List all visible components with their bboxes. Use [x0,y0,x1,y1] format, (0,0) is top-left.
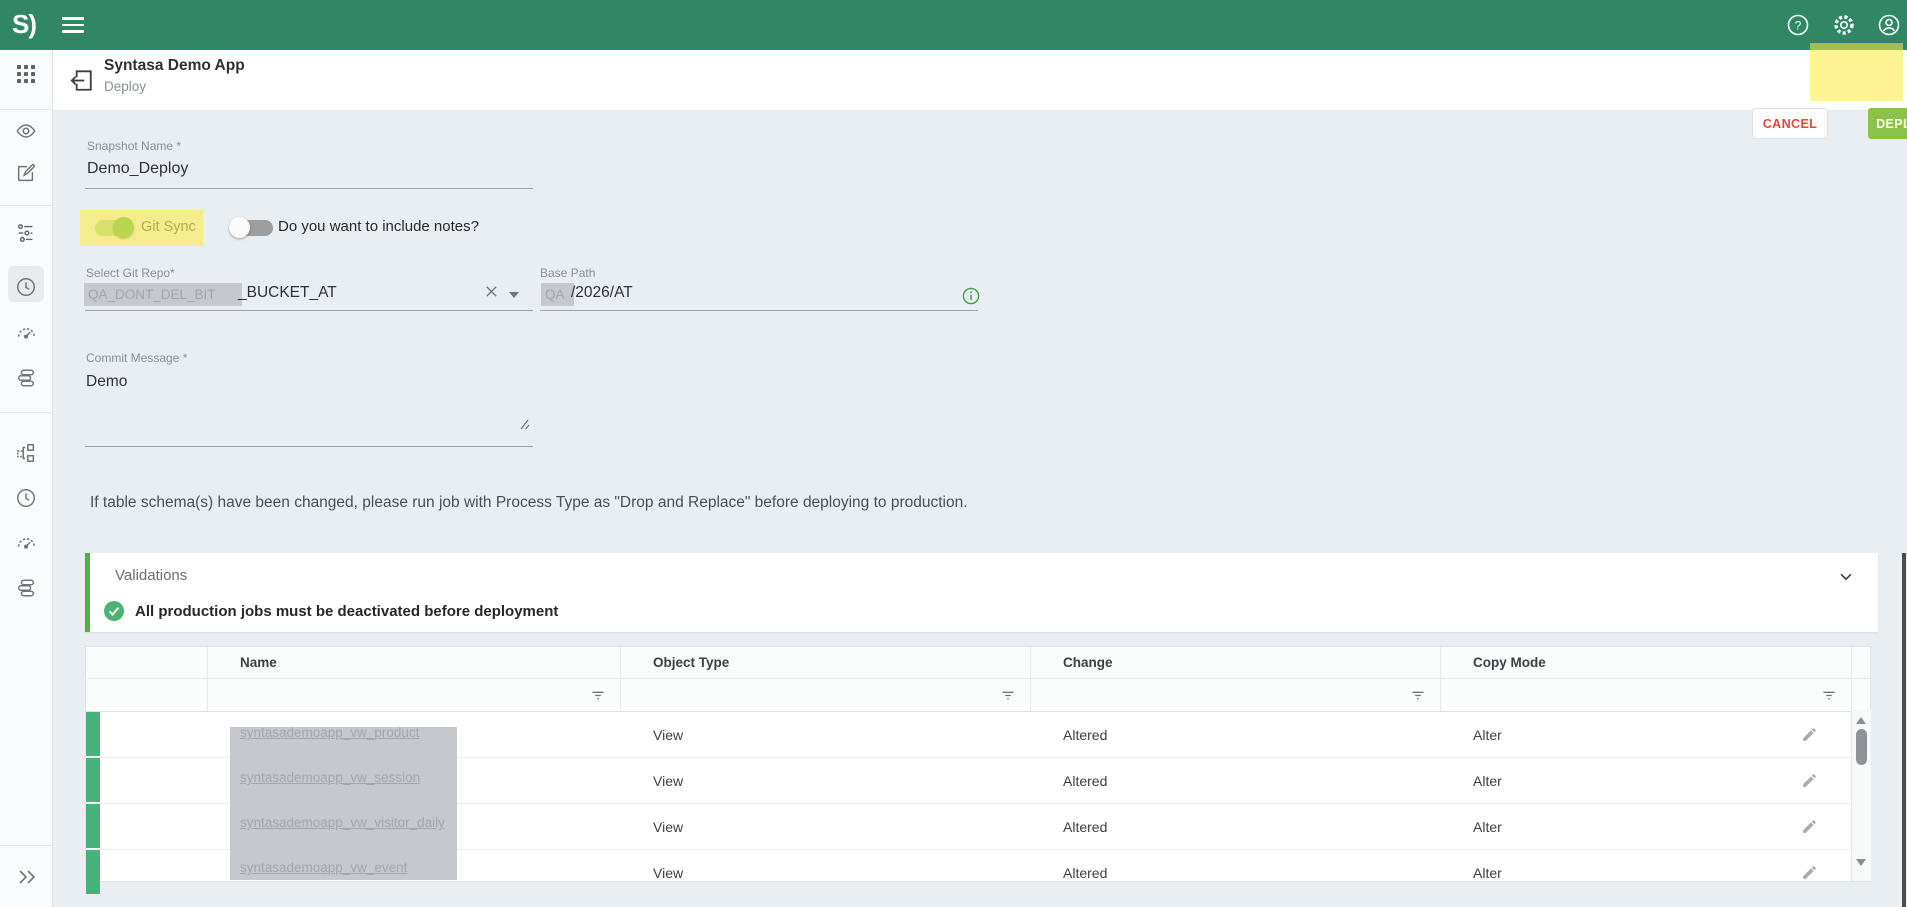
redacted-name-text: syntasademoapp_vw_visitor_daily [240,815,445,830]
info-icon[interactable] [962,287,980,305]
page-subtitle: Deploy [104,79,146,94]
filter-icon[interactable] [621,679,1031,711]
cell-copy-mode: Alter [1441,804,1852,849]
resize-handle-icon[interactable] [518,418,530,430]
git-sync-toggle-knob[interactable] [113,217,134,238]
edit-pencil-icon[interactable] [1801,818,1818,835]
account-icon[interactable] [1877,13,1901,37]
settings-icon[interactable] [1832,13,1856,37]
git-repo-redacted: QA_DONT_DEL_BIT [84,283,242,306]
col-object-type: Object Type [621,647,1031,678]
edit-icon[interactable] [15,162,37,184]
svg-text:?: ? [1795,19,1802,33]
cell-object-type: View [621,850,1031,895]
cell-object-type: View [621,758,1031,803]
cell-copy-mode: Alter [1441,850,1852,895]
back-icon[interactable] [68,67,94,93]
eye-icon[interactable] [15,120,37,142]
check-circle-icon [104,601,124,621]
row-status-indicator [86,758,100,802]
base-path-redacted: QA [541,283,574,306]
commit-message-label: Commit Message * [86,351,187,365]
name-column-redaction: syntasademoapp_vw_product syntasademoapp_… [230,727,457,880]
scroll-up-icon[interactable] [1856,717,1866,724]
cell-copy-mode: Alter [1441,712,1852,757]
schema-note: If table schema(s) have been changed, pl… [90,494,968,512]
clock-icon[interactable] [15,276,37,298]
edit-pencil-icon[interactable] [1801,726,1818,743]
base-path-value[interactable]: /2026/AT [571,284,633,302]
include-notes-label: Do you want to include notes? [278,218,479,235]
col-copy-mode: Copy Mode [1441,647,1852,678]
redacted-name-text: syntasademoapp_vw_event [240,860,407,875]
cell-change: Altered [1031,712,1441,757]
deploy-button[interactable]: DEPLOY [1868,108,1907,139]
git-repo-value[interactable]: _BUCKET_AT [238,284,337,302]
scrollbar-thumb[interactable] [1856,729,1867,765]
cell-object-type: View [621,804,1031,849]
database-icon[interactable] [15,367,37,389]
filter-icon[interactable] [1031,679,1441,711]
page-title: Syntasa Demo App [104,57,245,75]
col-change: Change [1031,647,1441,678]
sidebar [0,50,53,907]
base-path-underline [540,310,978,311]
table-scrollbar[interactable] [1851,709,1871,881]
validations-panel: Validations All production jobs must be … [85,553,1878,632]
validation-item: All production jobs must be deactivated … [104,601,558,621]
cell-copy-mode: Alter [1441,758,1852,803]
row-status-indicator [86,804,100,848]
menu-icon[interactable] [62,17,84,33]
syntasa-logo: S) [12,9,36,40]
page-header: CANCEL DEPLOY [52,50,1907,111]
cell-object-type: View [621,712,1031,757]
filter-icon[interactable] [1441,679,1852,711]
pipeline-icon[interactable] [15,222,37,244]
chevron-down-icon[interactable] [1838,569,1854,585]
gauge-icon[interactable] [15,322,37,344]
git-sync-label: Git Sync [141,219,196,235]
include-notes-toggle-knob[interactable] [229,217,250,238]
table-filter-row [86,679,1870,712]
cell-change: Altered [1031,804,1441,849]
hierarchy-icon[interactable] [15,442,37,464]
apps-grid-icon[interactable] [15,63,37,85]
git-repo-underline [85,310,533,311]
clear-icon[interactable] [485,285,498,298]
base-path-label: Base Path [540,266,595,280]
validations-title: Validations [115,567,187,584]
redacted-name-text: syntasademoapp_vw_session [240,770,420,785]
dropdown-arrow-icon[interactable] [509,292,519,298]
filter-icon[interactable] [208,679,621,711]
edit-pencil-icon[interactable] [1801,772,1818,789]
gauge-icon-2[interactable] [15,532,37,554]
snapshot-name-label: Snapshot Name * [87,139,181,153]
snapshot-name-underline [85,188,533,189]
edit-pencil-icon[interactable] [1801,864,1818,881]
window-scrollbar[interactable] [1902,553,1906,907]
col-name: Name [208,647,621,678]
help-icon[interactable]: ? [1786,13,1810,37]
database-icon-2[interactable] [15,577,37,599]
clock-icon-2[interactable] [15,487,37,509]
cell-change: Altered [1031,850,1441,895]
col-indicator [86,647,208,678]
commit-message-underline [85,446,533,447]
row-status-indicator [86,712,100,756]
table-header-row: Name Object Type Change Copy Mode [86,647,1870,679]
cancel-button[interactable]: CANCEL [1752,108,1828,139]
scroll-down-icon[interactable] [1856,859,1866,866]
snapshot-name-input[interactable]: Demo_Deploy [87,160,188,178]
commit-message-input[interactable]: Demo [86,373,127,391]
git-repo-label: Select Git Repo* [86,266,175,280]
redacted-name-text: syntasademoapp_vw_product [240,725,419,740]
expand-sidebar-icon[interactable] [15,865,37,887]
cell-change: Altered [1031,758,1441,803]
validation-text: All production jobs must be deactivated … [135,603,558,620]
top-app-bar: S) ? [0,0,1907,50]
row-status-indicator [86,850,100,894]
